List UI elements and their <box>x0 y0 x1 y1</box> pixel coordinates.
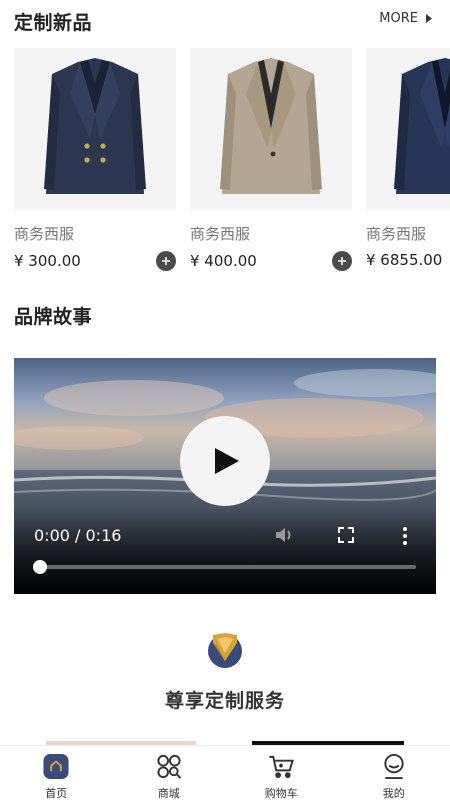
service-title: 尊享定制服务 <box>0 686 450 713</box>
brand-story-title: 品牌故事 <box>14 302 92 329</box>
video-time: 0:00 / 0:16 <box>34 526 121 545</box>
more-link[interactable]: MORE <box>379 11 432 26</box>
add-to-cart-button[interactable] <box>156 251 176 271</box>
suit-jacket-icon <box>390 54 450 204</box>
tab-profile[interactable]: 我的 <box>338 746 450 801</box>
play-button[interactable] <box>180 416 270 506</box>
suit-jacket-icon <box>216 54 326 204</box>
product-price: ¥ 400.00 <box>190 252 257 270</box>
more-label: MORE <box>379 11 418 26</box>
product-name: 商务西服 <box>14 223 176 244</box>
fullscreen-button[interactable] <box>337 526 355 548</box>
suit-jacket-icon <box>40 54 150 204</box>
shop-grid-icon <box>155 753 183 780</box>
product-name: 商务西服 <box>190 223 352 244</box>
tab-label: 商城 <box>158 785 180 801</box>
plus-icon <box>161 256 171 266</box>
product-carousel[interactable]: 商务西服 ¥ 300.00 商务西服 ¥ 400.00 <box>14 48 450 278</box>
bottom-tab-bar: 首页 商城 购物车 我的 <box>0 745 450 801</box>
product-price: ¥ 6855.00 <box>366 251 442 269</box>
product-price: ¥ 300.00 <box>14 252 81 270</box>
plus-icon <box>337 256 347 266</box>
product-image[interactable] <box>14 48 176 210</box>
video-options-button[interactable] <box>402 526 408 550</box>
more-vertical-icon <box>402 526 408 546</box>
seek-handle[interactable] <box>33 560 47 574</box>
video-seek-bar[interactable] <box>40 565 416 569</box>
tab-home[interactable]: 首页 <box>0 746 113 801</box>
product-name: 商务西服 <box>366 223 450 244</box>
home-icon <box>42 753 70 780</box>
tab-label: 我的 <box>383 785 405 801</box>
mute-button[interactable] <box>274 525 296 549</box>
product-card[interactable]: 商务西服 ¥ 300.00 <box>14 48 176 271</box>
product-card[interactable]: 商务西服 ¥ 6855.00 <box>366 48 450 269</box>
tab-shop[interactable]: 商城 <box>113 746 226 801</box>
product-card[interactable]: 商务西服 ¥ 400.00 <box>190 48 352 271</box>
product-image[interactable] <box>190 48 352 210</box>
profile-icon <box>380 753 408 780</box>
cart-icon <box>267 753 295 780</box>
volume-icon <box>274 525 296 545</box>
add-to-cart-button[interactable] <box>332 251 352 271</box>
brand-video-player[interactable]: 0:00 / 0:16 <box>14 358 436 594</box>
tab-label: 首页 <box>45 785 67 801</box>
caret-right-icon <box>426 14 432 23</box>
tab-label: 购物车 <box>265 785 298 801</box>
fullscreen-icon <box>337 526 355 544</box>
play-icon <box>215 448 239 474</box>
tab-cart[interactable]: 购物车 <box>225 746 338 801</box>
product-image[interactable] <box>366 48 450 210</box>
new-products-title: 定制新品 <box>14 8 92 35</box>
brand-emblem-icon <box>207 629 243 669</box>
